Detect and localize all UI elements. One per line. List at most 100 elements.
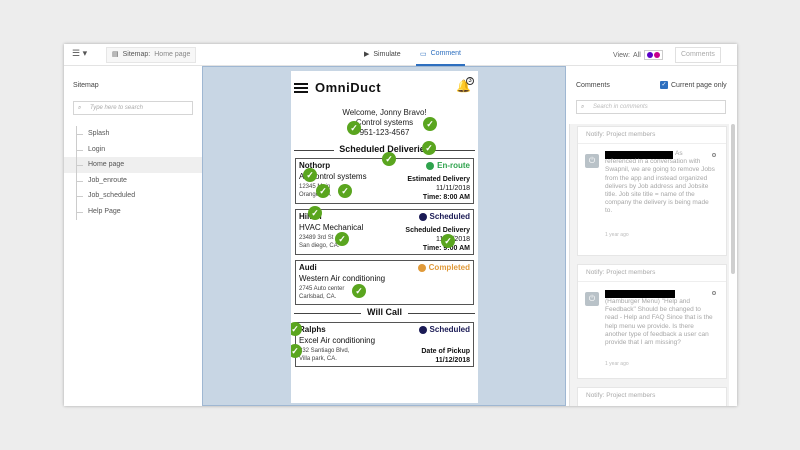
card-customer-name: Ralphs — [299, 325, 326, 334]
card-address-line2: Carlsbad, CA. — [299, 294, 337, 300]
simulate-label: Simulate — [373, 50, 401, 58]
comments-search-input[interactable]: ⌕ Search in comments — [576, 100, 726, 114]
status-text: Scheduled — [429, 325, 470, 334]
search-icon: ⌕ — [581, 104, 585, 110]
comments-list[interactable]: Notify: Project members ⏻ As referenced … — [569, 124, 729, 406]
card-address: 232 Santiago Blvd, Villa park, CA. — [299, 347, 349, 363]
status-text: Completed — [428, 263, 470, 272]
card-address: 2745 Auto center Carlsbad, CA. — [299, 285, 344, 301]
app-window: ☰ ▾ ▤ Sitemap: Home page ▶ Simulate ▭ Co… — [64, 44, 737, 406]
comment-pin-icon[interactable]: ✓ — [423, 117, 437, 131]
play-icon: ▶ — [364, 51, 370, 58]
will-call-heading: Will Call — [291, 307, 478, 317]
welcome-company: Control systems — [355, 118, 414, 127]
comment-pin-icon[interactable]: ✓ — [303, 168, 317, 182]
comment-pin-icon[interactable]: ✓ — [347, 121, 361, 135]
color-dot-icon — [653, 52, 660, 58]
comment-pin-icon[interactable]: ✓ — [352, 284, 366, 298]
status-badge: Scheduled — [418, 325, 470, 334]
comment-pin-icon[interactable]: ✓ — [308, 206, 322, 220]
card-pickup-info: Date of Pickup 11/12/2018 — [421, 347, 470, 365]
comment-pin-icon[interactable]: ✓ — [338, 184, 352, 198]
status-badge: Scheduled — [418, 212, 470, 221]
will-call-card[interactable]: Ralphs Excel Air conditioning 232 Santia… — [295, 322, 474, 367]
comment-text: As referenced in a conversation with Swa… — [605, 150, 715, 215]
comments-title: Comments — [576, 82, 610, 89]
status-text: Scheduled — [429, 212, 470, 221]
color-dot-icon — [646, 52, 653, 58]
comment-label: Comment — [430, 50, 461, 57]
brand-title: OmniDuct — [315, 80, 382, 95]
welcome-text: Welcome, Jonny Bravo! — [342, 108, 427, 117]
status-dot-icon — [418, 212, 427, 221]
view-color-dots[interactable] — [643, 50, 663, 60]
sitemap-item-login[interactable]: Login — [73, 141, 202, 158]
sitemap-tree: Splash Login Home page Job_enroute Job_s… — [64, 126, 202, 220]
hamburger-icon: ☰ — [72, 48, 81, 58]
welcome-block: Welcome, Jonny Bravo! Control systems 95… — [291, 108, 478, 138]
comment-timestamp: 1 year ago — [605, 361, 629, 367]
card-address-line1: 23489 3rd St — [299, 235, 334, 241]
card-pickup-date: 11/12/2018 — [435, 357, 470, 364]
comment-notify-select[interactable]: Notify: Project members — [586, 269, 655, 276]
simulate-tab[interactable]: ▶ Simulate — [364, 50, 401, 59]
status-dot-icon — [426, 161, 435, 170]
comments-scrollbar[interactable] — [731, 124, 735, 274]
status-badge: En-route — [426, 161, 470, 170]
comment-tab[interactable]: ▭ Comment — [416, 44, 465, 66]
top-toolbar: ☰ ▾ ▤ Sitemap: Home page ▶ Simulate ▭ Co… — [64, 44, 737, 66]
card-delivery-info: Estimated Delivery 11/11/2018 Time: 8:00… — [407, 175, 470, 202]
comment-options-icon[interactable] — [712, 291, 716, 295]
comment-pin-icon[interactable]: ✓ — [335, 232, 349, 246]
comment-pin-icon[interactable]: ✓ — [422, 141, 436, 155]
current-page-only-label: Current page only — [671, 81, 727, 89]
checkbox-checked-icon: ✓ — [660, 81, 668, 89]
sitemap-item-job-enroute[interactable]: Job_enroute — [73, 172, 202, 189]
avatar: ⏻ — [585, 292, 599, 306]
view-value: All — [633, 51, 641, 59]
delivery-card[interactable]: Hilton HVAC Mechanical 23489 3rd St San … — [295, 209, 474, 255]
comment-pin-icon[interactable]: ✓ — [382, 152, 396, 166]
comment-pin-icon[interactable]: ✓ — [441, 234, 455, 248]
app-header: OmniDuct 🔔 3 — [291, 71, 478, 101]
sitemap-search-placeholder: Type here to search — [90, 105, 143, 111]
card-customer-name: Audi — [299, 263, 317, 272]
hamburger-menu-icon[interactable] — [294, 83, 308, 95]
delivery-card[interactable]: Audi Western Air conditioning 2745 Auto … — [295, 260, 474, 305]
sitemap-item-job-scheduled[interactable]: Job_scheduled — [73, 188, 202, 204]
comments-toggle-label: Comments — [681, 51, 715, 58]
card-delivery-info: Scheduled Delivery 11/11/2018 Time: 9:00… — [405, 226, 470, 253]
comment-pin-icon[interactable]: ✓ — [316, 184, 330, 198]
card-delivery-time: Time: 8:00 AM — [422, 194, 470, 201]
sitemap-toggle-button[interactable]: ▤ Sitemap: Home page — [106, 47, 197, 63]
main-menu-button[interactable]: ☰ ▾ — [72, 48, 87, 59]
current-page-name: Home page — [154, 51, 191, 58]
card-company: Excel Air conditioning — [299, 336, 376, 345]
comment-card[interactable]: Notify: Project members ⏻ (Hamburger Men… — [577, 264, 727, 379]
sitemap-item-help-page[interactable]: Help Page — [73, 203, 202, 220]
comment-card[interactable]: Notify: Project members — [577, 387, 727, 406]
sitemap-item-home-page[interactable]: Home page — [64, 157, 202, 173]
comments-panel: Comments ✓ Current page only ⌕ Search in… — [566, 66, 737, 406]
sitemap-title: Sitemap — [73, 82, 99, 89]
status-badge: Completed — [417, 263, 470, 272]
sitemap-search-input[interactable]: ⌕ Type here to search — [73, 101, 193, 115]
notification-count-badge: 3 — [466, 77, 474, 85]
chevron-down-icon: ▾ — [82, 48, 88, 58]
card-pickup-label: Date of Pickup — [421, 348, 470, 355]
sitemap-sidebar: Sitemap ⌕ Type here to search Splash Log… — [64, 66, 202, 406]
prototype-canvas: OmniDuct 🔔 3 Welcome, Jonny Bravo! Contr… — [202, 66, 566, 406]
view-filter[interactable]: View: All — [613, 50, 663, 60]
sitemap-label: Sitemap: — [122, 51, 151, 58]
comment-icon: ▭ — [420, 51, 427, 58]
comments-toggle-button[interactable]: Comments — [675, 47, 721, 63]
card-company: Western Air conditioning — [299, 274, 386, 283]
card-address-line2: San diego, CA. — [299, 243, 340, 249]
comment-notify-select[interactable]: Notify: Project members — [586, 392, 655, 399]
comment-notify-select[interactable]: Notify: Project members — [586, 131, 655, 138]
current-page-only-checkbox[interactable]: ✓ Current page only — [660, 81, 727, 89]
sitemap-item-splash[interactable]: Splash — [73, 126, 202, 142]
card-company: HVAC Mechanical — [299, 223, 364, 232]
comment-card[interactable]: Notify: Project members ⏻ As referenced … — [577, 126, 727, 256]
card-address-line1: 232 Santiago Blvd, — [299, 348, 350, 354]
